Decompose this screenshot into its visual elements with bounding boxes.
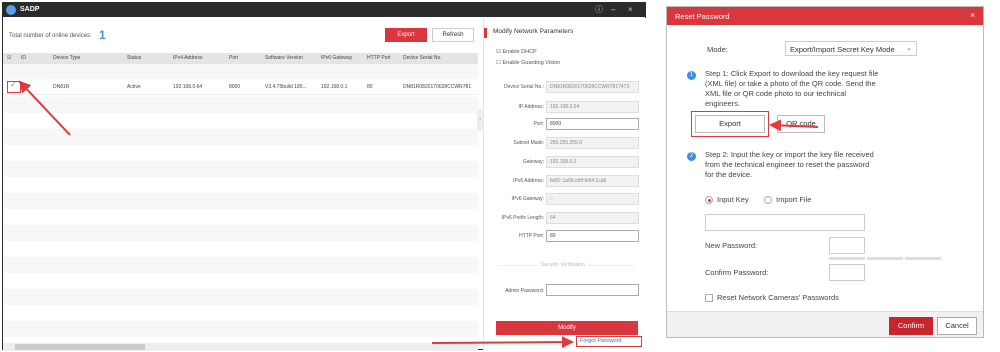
arrow-to-checkbox: [18, 80, 71, 136]
arrow-to-forgot-password: [431, 336, 574, 349]
arrow-to-export: [769, 119, 819, 132]
annotation-arrows: [18, 80, 819, 349]
